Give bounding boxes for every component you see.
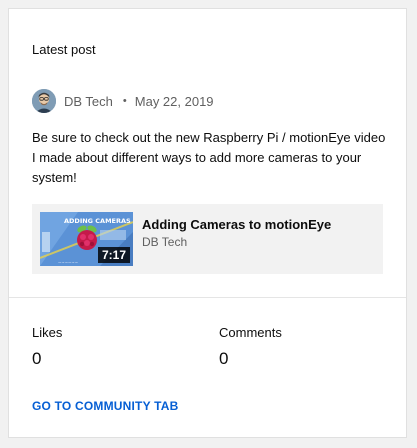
card-divider — [9, 297, 406, 298]
post-author-row: DB Tech • May 22, 2019 — [32, 89, 214, 113]
comments-label: Comments — [219, 325, 282, 340]
attached-video[interactable]: ADDING CAMERAS ~~~~~~ 7:17 Adding Camera… — [32, 204, 383, 274]
video-channel-name[interactable]: DB Tech — [142, 235, 187, 249]
video-thumbnail[interactable]: ADDING CAMERAS ~~~~~~ 7:17 — [40, 212, 133, 266]
thumbnail-text: ADDING CAMERAS — [64, 217, 131, 225]
likes-stat: Likes 0 — [32, 325, 62, 369]
avatar-icon — [32, 89, 56, 113]
go-to-community-tab-link[interactable]: GO TO COMMUNITY TAB — [32, 399, 178, 413]
post-body-text: Be sure to check out the new Raspberry P… — [32, 130, 386, 185]
comments-stat: Comments 0 — [219, 325, 282, 369]
video-duration-badge: 7:17 — [97, 247, 130, 263]
likes-label: Likes — [32, 325, 63, 340]
separator-dot: • — [122, 95, 127, 107]
post-date: May 22, 2019 — [134, 93, 214, 109]
channel-avatar[interactable] — [32, 89, 56, 113]
comments-count: 0 — [219, 349, 229, 368]
post-author-name[interactable]: DB Tech — [64, 94, 113, 109]
likes-count: 0 — [32, 349, 42, 368]
card-title: Latest post — [32, 42, 96, 57]
video-title[interactable]: Adding Cameras to motionEye — [142, 217, 331, 232]
svg-text:~~~~~~: ~~~~~~ — [58, 260, 78, 265]
latest-post-card: Latest post DB Tech • May 22, 2019 Be su… — [8, 8, 407, 438]
